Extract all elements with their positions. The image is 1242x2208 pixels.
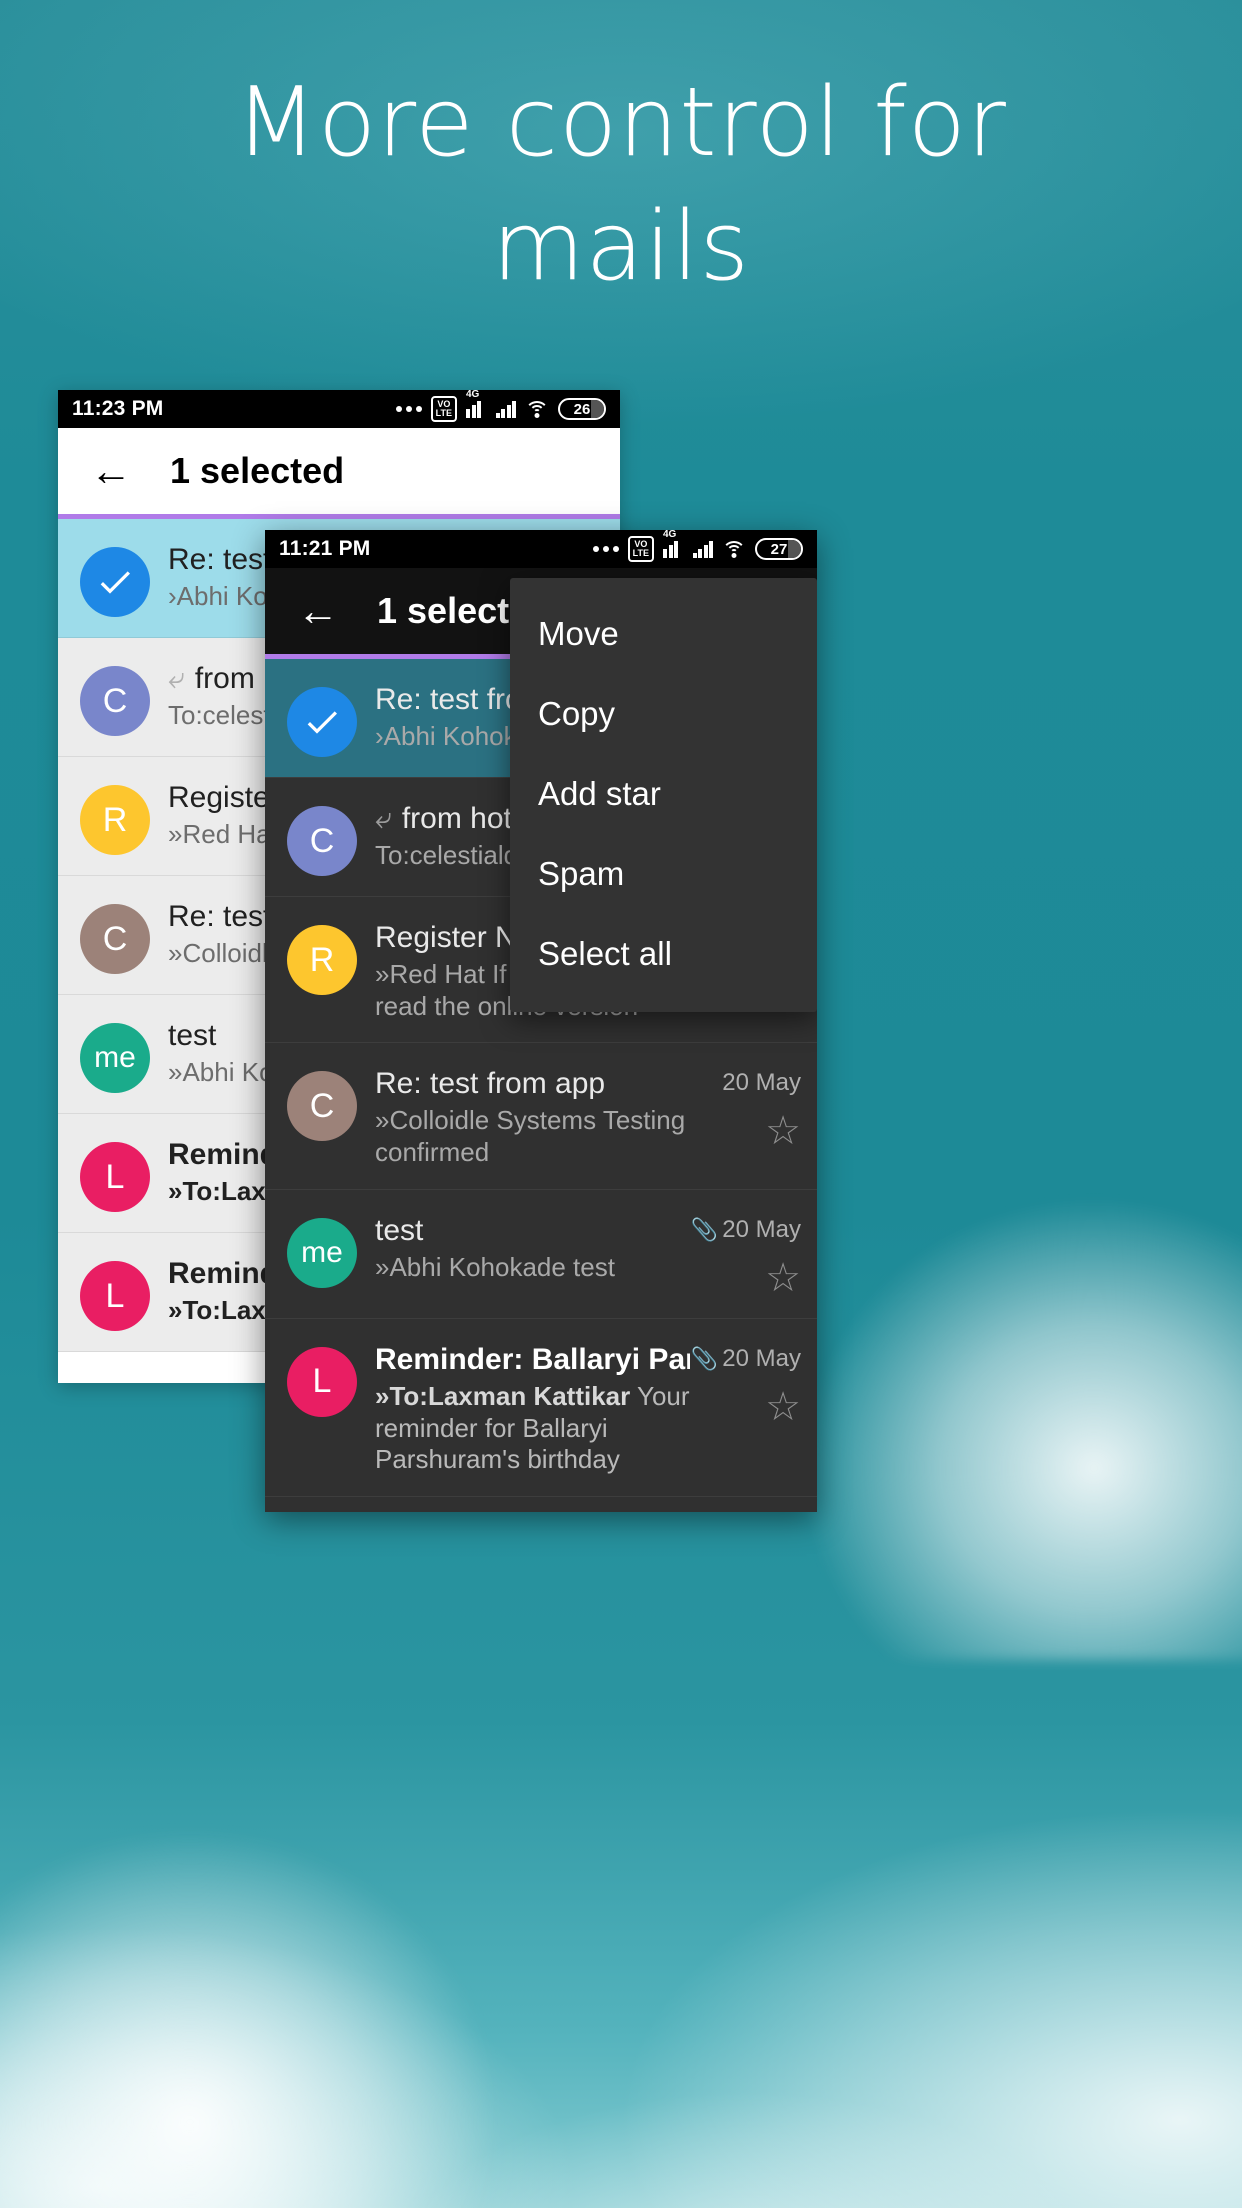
back-arrow-icon[interactable]: ← [297,590,339,632]
mail-date: 20 May [722,1069,801,1097]
avatar: L [287,1346,357,1417]
more-dots-icon [592,546,619,552]
selection-title: 1 selected [170,450,345,491]
status-bar-light: 11:23 PM VO LTE 4G 26 [58,390,620,428]
battery-level: 26 [573,400,591,418]
selection-appbar-light: ← 1 selected [58,428,620,514]
reply-icon: ⤷ [375,802,392,835]
table-row[interactable]: C Re: test from app »Colloidle Systems T… [265,1043,817,1190]
table-row[interactable]: L Reminder: Nandini Nandy's.. »To:Laxman… [265,1497,817,1512]
avatar: me [287,1217,357,1288]
signal-icon-2 [692,540,713,558]
mail-subject: Re: test from app [375,1067,606,1101]
mail-snippet: »Abhi Kohokade test [375,1251,615,1282]
star-icon[interactable]: ☆ [765,1111,801,1151]
selected-check-icon[interactable] [287,687,357,757]
network-type-label: 4G [466,390,480,400]
phone-screenshot-dark: 11:21 PM VO LTE 4G 27 ← 1 selected Re: t… [265,530,817,1512]
volte-icon: VO LTE [430,396,457,422]
status-time: 11:23 PM [72,397,164,420]
network-type-label: 4G [663,530,677,540]
cloud-bottom-left [0,1828,500,2208]
avatar: C [287,806,357,876]
avatar: me [80,1023,150,1093]
menu-item-spam[interactable]: Spam [510,834,817,914]
menu-item-copy[interactable]: Copy [510,674,817,754]
menu-item-select-all[interactable]: Select all [510,914,817,994]
status-time: 11:21 PM [279,537,371,560]
star-icon[interactable]: ☆ [765,1258,801,1298]
reply-icon: ⤷ [168,662,185,695]
table-row[interactable]: me test »Abhi Kohokade test 📎 20 May ☆ [265,1189,817,1319]
menu-item-add-star[interactable]: Add star [510,754,817,834]
avatar: R [287,925,357,995]
mail-recipient: »To:Laxman Kattikar [375,1380,631,1411]
battery-icon: 27 [755,538,803,560]
wifi-icon [722,540,746,558]
mail-snippet: »Colloidle Systems Testing confirmed [375,1105,686,1168]
status-bar-dark: 11:21 PM VO LTE 4G 27 [265,530,817,568]
mail-snippet: »To:Laxman Kattikar Your reminder for Ba… [375,1381,690,1476]
table-row[interactable]: L Reminder: Ballaryi Parshur.. »To:Laxma… [265,1318,817,1498]
volte-icon: VO LTE [627,536,654,562]
mail-subject: test [375,1213,424,1247]
attachment-icon: 📎 [690,1345,718,1371]
signal-4g-icon: 4G [663,530,684,558]
selected-check-icon[interactable] [80,547,150,617]
avatar: R [80,785,150,855]
star-icon[interactable]: ☆ [765,1387,801,1427]
promo-headline: More control for mails [235,68,1007,302]
wifi-icon [525,400,549,418]
cloud-right [782,1180,1242,1660]
avatar: C [287,1071,357,1142]
battery-level: 27 [770,540,788,558]
avatar: C [80,904,150,974]
signal-icon-2 [495,400,516,418]
attachment-icon: 📎 [690,1216,718,1242]
avatar: L [80,1261,150,1331]
more-dots-icon [395,406,422,412]
avatar: L [80,1142,150,1212]
battery-icon: 26 [558,398,606,420]
signal-4g-icon: 4G [466,390,487,418]
mail-date: 20 May [722,1344,801,1372]
overflow-menu-dark[interactable]: Move Copy Add star Spam Select all [510,578,817,1012]
mail-subject: Reminder: Ballaryi Parshur.. [375,1342,690,1376]
back-arrow-icon[interactable]: ← [90,450,132,492]
menu-item-move[interactable]: Move [510,594,817,674]
avatar: C [80,666,150,736]
mail-date: 20 May [722,1215,801,1243]
